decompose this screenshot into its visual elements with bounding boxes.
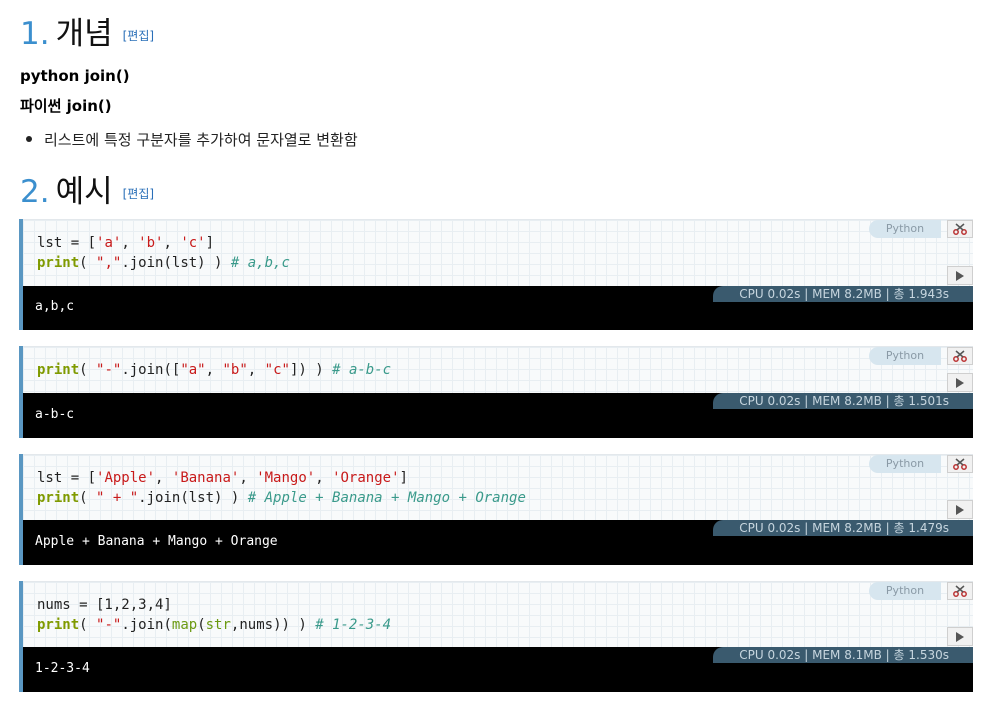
code-text: nums = [1,2,3,4] print( "-".join(map(str… — [37, 597, 392, 633]
run-button[interactable] — [947, 373, 973, 392]
run-button[interactable] — [947, 266, 973, 285]
code-area[interactable]: lst = ['a', 'b', 'c'] print( ",".join(ls… — [23, 219, 973, 286]
execution-stats: CPU 0.02s | MEM 8.2MB | 총 1.943s — [713, 286, 973, 302]
section-number: 2. — [20, 174, 50, 210]
output-area: Apple + Banana + Mango + Orange CPU 0.02… — [23, 520, 973, 565]
bullet-icon — [26, 136, 32, 142]
intro-line-korean: 파이썬 join() — [20, 97, 112, 115]
output-text: a,b,c — [35, 299, 75, 314]
section-heading-concept: 1. 개념 [편집] — [20, 16, 154, 54]
code-area[interactable]: nums = [1,2,3,4] print( "-".join(map(str… — [23, 581, 973, 647]
code-example-1: lst = ['a', 'b', 'c'] print( ",".join(ls… — [19, 219, 973, 330]
code-area[interactable]: lst = ['Apple', 'Banana', 'Mango', 'Oran… — [23, 454, 973, 520]
section-number: 1. — [20, 16, 50, 52]
section-title: 예시 — [55, 174, 113, 210]
output-area: a-b-c CPU 0.02s | MEM 8.2MB | 총 1.501s — [23, 393, 973, 438]
list-item: 리스트에 특정 구분자를 추가하여 문자열로 변환함 — [26, 129, 358, 150]
section-heading-example: 2. 예시 [편집] — [20, 174, 154, 212]
scissors-icon[interactable] — [947, 220, 973, 238]
language-label: Python — [869, 347, 941, 365]
execution-stats: CPU 0.02s | MEM 8.1MB | 총 1.530s — [713, 647, 973, 663]
language-label: Python — [869, 582, 941, 600]
code-example-2: print( "-".join(["a", "b", "c"]) ) # a-b… — [19, 346, 973, 438]
output-text: Apple + Banana + Mango + Orange — [35, 534, 278, 549]
code-text: lst = ['Apple', 'Banana', 'Mango', 'Oran… — [37, 470, 526, 506]
code-example-4: nums = [1,2,3,4] print( "-".join(map(str… — [19, 581, 973, 692]
code-text: lst = ['a', 'b', 'c'] print( ",".join(ls… — [37, 235, 290, 271]
execution-stats: CPU 0.02s | MEM 8.2MB | 총 1.501s — [713, 393, 973, 409]
run-button[interactable] — [947, 627, 973, 646]
output-text: 1-2-3-4 — [35, 661, 90, 676]
section-title: 개념 — [55, 16, 113, 52]
play-icon — [956, 270, 964, 281]
output-area: 1-2-3-4 CPU 0.02s | MEM 8.1MB | 총 1.530s — [23, 647, 973, 692]
play-icon — [956, 377, 964, 388]
code-text: print( "-".join(["a", "b", "c"]) ) # a-b… — [37, 362, 392, 378]
code-example-3: lst = ['Apple', 'Banana', 'Mango', 'Oran… — [19, 454, 973, 565]
execution-stats: CPU 0.02s | MEM 8.2MB | 총 1.479s — [713, 520, 973, 536]
language-label: Python — [869, 455, 941, 473]
language-label: Python — [869, 220, 941, 238]
output-text: a-b-c — [35, 407, 75, 422]
scissors-icon[interactable] — [947, 347, 973, 365]
list-item-text: 리스트에 특정 구분자를 추가하여 문자열로 변환함 — [44, 131, 358, 149]
scissors-icon[interactable] — [947, 582, 973, 600]
edit-link[interactable]: [편집] — [123, 187, 154, 201]
scissors-icon[interactable] — [947, 455, 973, 473]
intro-line-python: python join() — [20, 67, 130, 85]
output-area: a,b,c CPU 0.02s | MEM 8.2MB | 총 1.943s — [23, 286, 973, 330]
edit-link[interactable]: [편집] — [123, 29, 154, 43]
run-button[interactable] — [947, 500, 973, 519]
play-icon — [956, 631, 964, 642]
play-icon — [956, 504, 964, 515]
code-area[interactable]: print( "-".join(["a", "b", "c"]) ) # a-b… — [23, 346, 973, 393]
